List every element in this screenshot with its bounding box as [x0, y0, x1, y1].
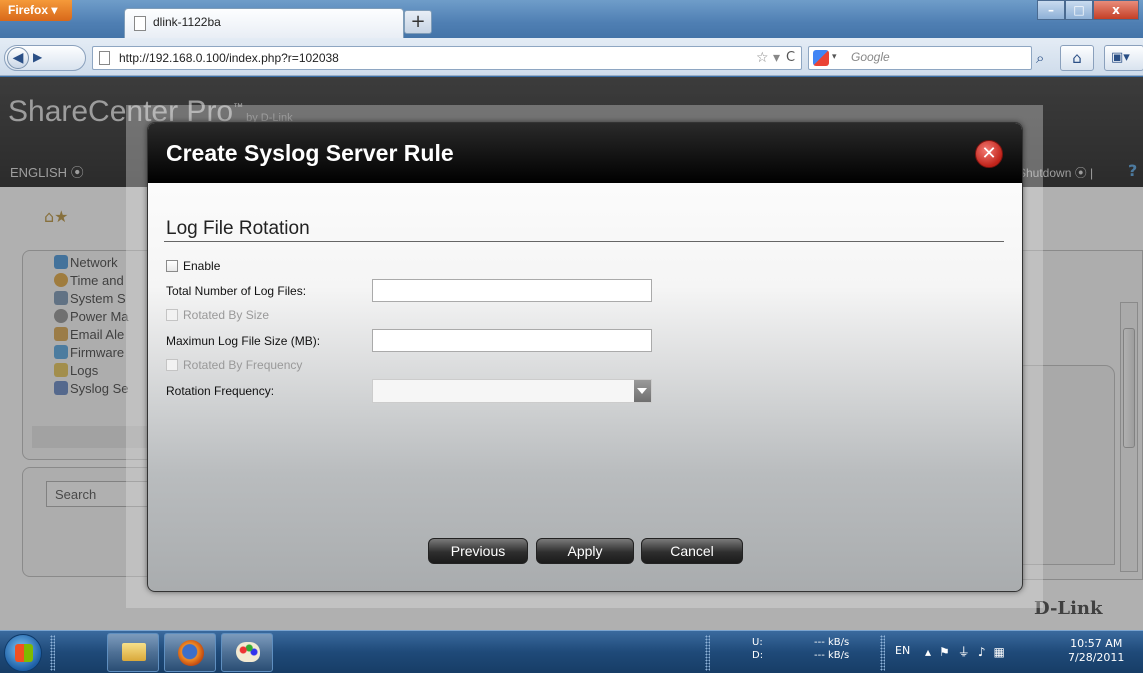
page-icon	[134, 16, 146, 31]
maximize-button[interactable]: □	[1065, 0, 1093, 20]
previous-button[interactable]: Previous	[428, 538, 528, 564]
section-title: Log File Rotation	[166, 218, 310, 239]
rotated-by-frequency-row: Rotated By Frequency	[166, 358, 302, 372]
rotated-by-frequency-label: Rotated By Frequency	[183, 358, 303, 372]
enable-label: Enable	[183, 259, 221, 273]
network-tray-icon[interactable]: ▦	[993, 645, 1012, 659]
paint-palette-icon	[236, 642, 260, 662]
enable-row: Enable	[166, 259, 220, 273]
window-controls: – □ x	[1037, 0, 1139, 20]
minimize-button[interactable]: –	[1037, 0, 1065, 20]
browser-tab[interactable]: dlink-1122ba	[124, 8, 404, 38]
chevron-down-icon[interactable]	[634, 380, 651, 402]
search-placeholder: Google	[851, 50, 890, 64]
clock-date: 7/28/2011	[1068, 651, 1125, 664]
paint-taskbar-button[interactable]	[221, 633, 273, 672]
bookmarks-button[interactable]: ▣▾	[1104, 45, 1143, 71]
enable-checkbox[interactable]	[166, 260, 178, 272]
dialog-header: Create Syslog Server Rule ✕	[148, 123, 1022, 183]
back-arrow-icon[interactable]: ◀	[7, 47, 29, 69]
cancel-button[interactable]: Cancel	[641, 538, 743, 564]
tray-expand-icon[interactable]: ▴	[925, 645, 939, 659]
reload-icon[interactable]: C	[786, 50, 795, 65]
firefox-taskbar-button[interactable]	[164, 633, 216, 672]
rotated-by-frequency-checkbox[interactable]	[166, 359, 178, 371]
navigation-toolbar: ◀ ▶ http://192.168.0.100/index.php?r=102…	[0, 38, 1143, 76]
create-syslog-rule-dialog: Create Syslog Server Rule ✕ Log File Rot…	[147, 122, 1023, 592]
max-size-input[interactable]	[372, 329, 652, 352]
rotated-by-size-label: Rotated By Size	[183, 308, 270, 322]
net-values: --- kB/s --- kB/s	[814, 637, 850, 661]
action-center-flag-icon[interactable]: ⚑	[939, 645, 958, 659]
search-bar[interactable]: ▾ Google	[808, 46, 1032, 70]
taskbar-grip	[705, 635, 710, 671]
volume-icon[interactable]: ♪	[978, 645, 994, 659]
bookmark-star-icon[interactable]: ☆ ▾	[756, 50, 780, 66]
net-labels: U: D:	[752, 637, 764, 661]
tab-title: dlink-1122ba	[153, 15, 221, 29]
explorer-taskbar-button[interactable]	[107, 633, 159, 672]
firefox-icon	[178, 640, 204, 666]
url-bar[interactable]: http://192.168.0.100/index.php?r=102038	[92, 46, 802, 70]
windows-logo-icon	[15, 644, 33, 662]
page-icon	[99, 51, 110, 65]
magnifier-icon[interactable]: ⌕	[1036, 49, 1044, 67]
rotation-frequency-label: Rotation Frequency:	[166, 384, 275, 398]
start-button[interactable]	[4, 634, 42, 672]
browser-titlebar: Firefox ▾ dlink-1122ba + – □ x	[0, 0, 1143, 38]
rotated-by-size-row: Rotated By Size	[166, 308, 269, 322]
close-window-button[interactable]: x	[1093, 0, 1139, 20]
google-icon	[813, 50, 829, 66]
network-meter-values: --- kB/s --- kB/s	[814, 636, 849, 662]
windows-taskbar: U: D: --- kB/s --- kB/s EN ▴⚑⏚♪▦ 10:57 A…	[0, 630, 1143, 673]
close-icon[interactable]: ✕	[975, 140, 1003, 168]
rotated-by-size-checkbox[interactable]	[166, 309, 178, 321]
rotation-frequency-select[interactable]	[372, 379, 652, 403]
dialog-title: Create Syslog Server Rule	[166, 140, 454, 166]
firefox-menu-label: Firefox	[8, 3, 49, 17]
section-divider	[164, 241, 1004, 242]
forward-arrow-icon[interactable]: ▶	[33, 50, 42, 64]
apply-button[interactable]: Apply	[536, 538, 634, 564]
taskbar-grip	[50, 635, 55, 671]
max-size-label: Maximun Log File Size (MB):	[166, 334, 321, 348]
firefox-menu-button[interactable]: Firefox ▾	[0, 0, 72, 21]
network-meter-labels: U: D:	[752, 636, 763, 662]
system-tray: ▴⚑⏚♪▦	[925, 643, 1013, 660]
taskbar-grip	[880, 635, 885, 671]
home-button[interactable]: ⌂	[1060, 45, 1094, 71]
input-language-indicator[interactable]: EN	[895, 644, 910, 657]
clock-time: 10:57 AM	[1070, 637, 1123, 650]
new-tab-button[interactable]: +	[404, 10, 432, 34]
power-plug-icon[interactable]: ⏚	[958, 645, 978, 659]
total-files-input[interactable]	[372, 279, 652, 302]
back-forward-group: ◀ ▶	[4, 45, 86, 71]
total-files-label: Total Number of Log Files:	[166, 284, 307, 298]
taskbar-clock[interactable]: 10:57 AM 7/28/2011	[1068, 637, 1124, 665]
url-text: http://192.168.0.100/index.php?r=102038	[119, 51, 339, 65]
search-engine-dropdown-icon[interactable]: ▾	[832, 51, 837, 62]
folder-icon	[122, 643, 146, 661]
